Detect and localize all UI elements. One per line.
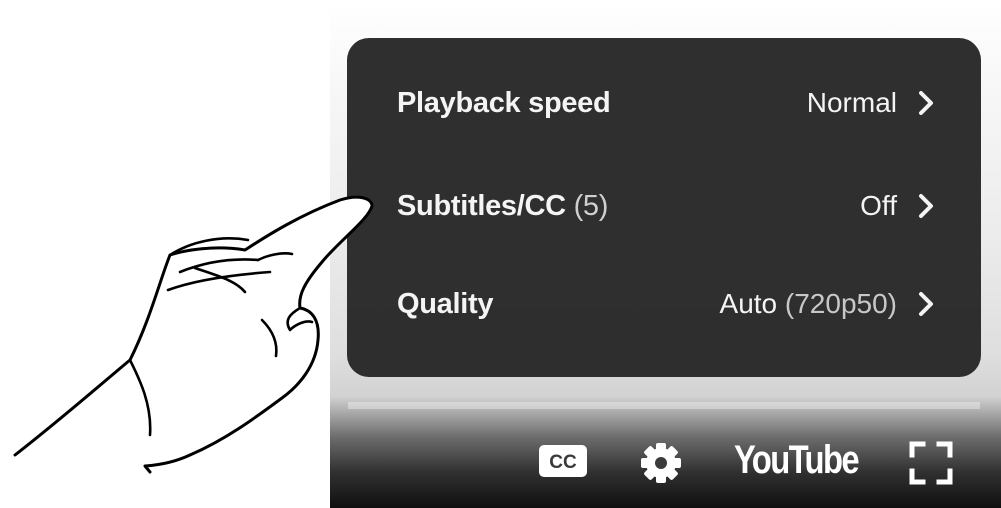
- menu-item-label: Quality: [397, 287, 494, 321]
- menu-item-label: Playback speed: [397, 86, 611, 120]
- cc-icon: CC: [539, 445, 587, 477]
- youtube-logo[interactable]: YouTube: [734, 438, 860, 486]
- menu-item-subtitles[interactable]: Subtitles/CC (5) Off: [397, 176, 935, 236]
- menu-item-value-group: Off: [860, 190, 935, 222]
- playback-speed-label: Playback speed: [397, 86, 611, 119]
- menu-item-value-group: Auto (720p50): [720, 288, 935, 320]
- screen: Playback speed Normal Subtitles/CC (5) O…: [0, 0, 1001, 508]
- quality-value: Auto (720p50): [720, 288, 897, 320]
- menu-item-quality[interactable]: Quality Auto (720p50): [397, 274, 935, 334]
- chevron-right-icon: [919, 91, 933, 115]
- subtitles-label: Subtitles/CC: [397, 189, 566, 222]
- subtitles-button[interactable]: CC: [538, 444, 588, 478]
- fullscreen-button[interactable]: [908, 440, 954, 486]
- settings-menu: Playback speed Normal Subtitles/CC (5) O…: [347, 38, 981, 377]
- progress-bar[interactable]: [348, 402, 980, 409]
- menu-item-value-group: Normal: [807, 87, 935, 119]
- chevron-right-icon: [919, 194, 933, 218]
- player-top-edge: [330, 0, 1001, 10]
- subtitles-value: Off: [860, 190, 897, 221]
- subtitles-track-count: (5): [573, 189, 609, 222]
- pointing-hand: [13, 195, 374, 474]
- playback-speed-value: Normal: [806, 87, 897, 118]
- gear-icon: [641, 443, 681, 483]
- settings-button[interactable]: [638, 440, 684, 486]
- fullscreen-icon: [909, 441, 953, 485]
- menu-item-playback-speed[interactable]: Playback speed Normal: [397, 73, 935, 133]
- player-controls: CC YouTube: [330, 420, 1001, 508]
- chevron-right-icon: [919, 292, 933, 316]
- cc-icon-text: CC: [549, 452, 577, 473]
- quality-value-main: Auto: [719, 288, 778, 319]
- quality-value-detail: (720p50): [784, 288, 897, 319]
- menu-item-label: Subtitles/CC (5): [397, 190, 608, 223]
- quality-label: Quality: [397, 287, 494, 320]
